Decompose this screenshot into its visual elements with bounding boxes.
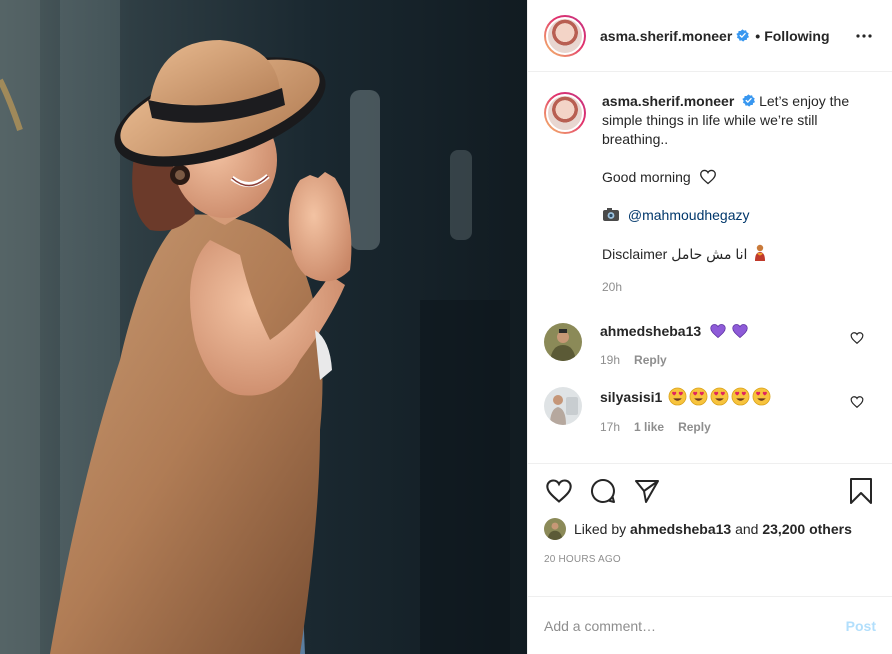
purple-heart-emoji-icon: [710, 324, 726, 339]
liked-by: Liked by ahmedsheba13 and 23,200 others: [544, 518, 876, 540]
comments-area[interactable]: asma.sherif.moneer Let’s enjoy the simpl…: [528, 72, 892, 463]
comment-username[interactable]: ahmedsheba13: [600, 323, 701, 339]
commenter-avatar[interactable]: [544, 323, 582, 361]
comment-icon: [591, 478, 615, 503]
comment-like-heart-icon[interactable]: [850, 331, 864, 345]
comment-time: 17h: [600, 420, 621, 434]
instagram-post: asma.sherif.moneer • Following asma.sher…: [0, 0, 892, 654]
comment-username: silyasisi1: [600, 389, 663, 405]
heart-eyes-emoji-icon: [752, 387, 771, 406]
heart-eyes-emoji-icon: [710, 387, 729, 406]
woman-emoji-icon: [755, 244, 766, 261]
post-photo[interactable]: [0, 0, 527, 654]
reply-button[interactable]: Reply: [678, 420, 711, 434]
caption: asma.sherif.moneer Let’s enjoy the simpl…: [544, 92, 876, 297]
heart-eyes-emoji-icon: [689, 387, 708, 406]
verified-badge-icon: [736, 29, 750, 42]
following-button[interactable]: Following: [764, 28, 829, 44]
comment-body: silyasisi1 17h 1 like Reply: [600, 387, 876, 434]
credit-mention-link[interactable]: @mahmoudhegazy: [628, 207, 750, 223]
comment-like-heart-icon[interactable]: [850, 395, 864, 409]
likes-others-count[interactable]: 23,200 others: [762, 521, 852, 537]
add-comment-bar: Post: [528, 596, 892, 654]
liker-avatar[interactable]: [544, 518, 566, 540]
verified-badge-icon: [742, 94, 756, 107]
comment-meta: 19h Reply: [600, 353, 876, 367]
liked-by-and: and: [735, 521, 759, 537]
comment-item: silyasisi1 17h 1 like Reply: [544, 387, 876, 434]
post-actions: Liked by ahmedsheba13 and 23,200 others …: [528, 463, 892, 596]
comment-meta: 17h 1 like Reply: [600, 420, 876, 434]
liker-username[interactable]: ahmedsheba13: [630, 521, 731, 537]
reply-button[interactable]: Reply: [634, 353, 667, 367]
post-timestamp[interactable]: 20 HOURS AGO: [544, 554, 876, 565]
comment-button[interactable]: [588, 476, 618, 506]
white-heart-emoji-icon: [699, 169, 716, 185]
caption-disclaimer: Disclaimer انا مش حامل: [602, 244, 862, 264]
post-sidebar: asma.sherif.moneer • Following asma.sher…: [527, 0, 892, 654]
purple-heart-emoji-icon: [732, 324, 748, 339]
comment-time: 19h: [600, 353, 621, 367]
like-button[interactable]: [544, 476, 574, 506]
caption-line-2: Good morning: [602, 168, 862, 187]
caption-good-morning: Good morning: [602, 169, 691, 185]
author-avatar[interactable]: [544, 14, 586, 57]
caption-credit: @mahmoudhegazy: [602, 206, 862, 225]
action-icons: [544, 476, 876, 506]
liked-by-prefix: Liked by: [574, 521, 627, 537]
save-button[interactable]: [846, 476, 876, 506]
post-header: asma.sherif.moneer • Following: [528, 0, 892, 72]
caption-time: 20h: [602, 280, 623, 294]
heart-outline-icon: [546, 479, 572, 503]
caption-body: asma.sherif.moneer Let’s enjoy the simpl…: [602, 92, 862, 297]
caption-avatar[interactable]: [544, 92, 586, 134]
author-username[interactable]: asma.sherif.moneer: [600, 28, 732, 44]
caption-username[interactable]: asma.sherif.moneer: [602, 93, 734, 109]
camera-emoji-icon: [603, 208, 619, 221]
photo-illustration: [0, 0, 527, 654]
share-button[interactable]: [632, 476, 662, 506]
bookmark-icon: [850, 478, 872, 504]
comment-body: ahmedsheba13 19h Reply: [600, 323, 876, 367]
scroll-fade: [588, 455, 838, 463]
heart-eyes-emoji-group: [666, 387, 771, 406]
more-options-icon[interactable]: [852, 24, 876, 48]
post-comment-button[interactable]: Post: [846, 618, 876, 634]
share-icon: [635, 480, 659, 503]
disclaimer-text: Disclaimer انا مش حامل: [602, 246, 748, 262]
heart-eyes-emoji-icon: [668, 387, 687, 406]
commenter-avatar[interactable]: [544, 387, 582, 425]
heart-eyes-emoji-icon: [731, 387, 750, 406]
comment-likes-count[interactable]: 1 like: [634, 420, 664, 434]
comment-item: ahmedsheba13 19h Reply: [544, 323, 876, 367]
comment-input[interactable]: [544, 617, 846, 634]
separator-dot: •: [755, 27, 761, 44]
